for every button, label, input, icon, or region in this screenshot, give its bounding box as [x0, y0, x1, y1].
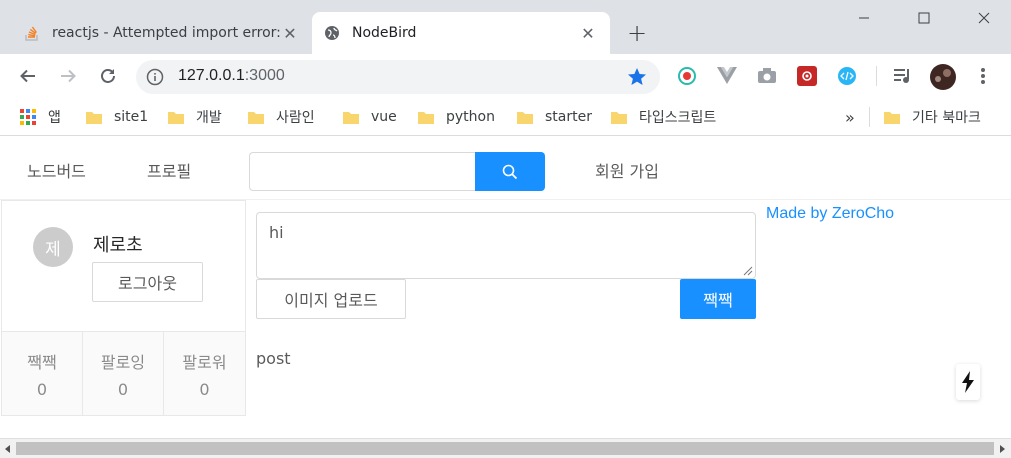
bookmarks-bar: 앱 site1 개발 사람인 vue python starter 타입스크립트…	[0, 98, 1011, 136]
code-ext-icon[interactable]	[836, 65, 858, 87]
stat-value: 0	[117, 380, 129, 399]
bookmark-folder[interactable]: site1	[86, 107, 148, 127]
search-icon	[502, 164, 518, 179]
folder-icon	[418, 112, 434, 124]
bookmark-separator	[869, 107, 870, 127]
folder-icon	[168, 112, 184, 124]
apps-grid-icon	[20, 109, 36, 125]
bookmark-label: 개발	[196, 110, 222, 126]
bookmark-apps[interactable]: 앱	[20, 107, 61, 127]
browser-menu-icon[interactable]	[972, 65, 994, 87]
lightning-icon[interactable]	[956, 364, 980, 400]
top-menu: 노드버드 프로필 회원 가입	[0, 140, 1011, 200]
stat-tweets[interactable]: 짹짹 0	[2, 332, 83, 416]
search-button[interactable]	[475, 152, 545, 191]
stat-label: 팔로워	[182, 353, 227, 372]
bookmark-folder[interactable]: 타입스크립트	[611, 107, 716, 127]
tab-nodebird[interactable]: NodeBird ✕	[312, 12, 610, 54]
stat-value: 0	[199, 380, 210, 399]
user-profile-card: 제 제로초 로그아웃 짹짹 0 팔로잉 0 팔로워 0	[1, 200, 246, 416]
bookmark-label: vue	[371, 109, 397, 125]
vue-devtools-icon[interactable]	[716, 65, 738, 87]
tab-close-icon[interactable]: ✕	[578, 23, 598, 43]
folder-icon	[343, 112, 359, 124]
maximize-icon[interactable]	[912, 6, 936, 30]
bookmark-label: 사람인	[276, 110, 315, 126]
new-tab-button[interactable]: +	[624, 19, 650, 47]
camera-ext-icon[interactable]	[756, 65, 778, 87]
card-stats: 짹짹 0 팔로잉 0 팔로워 0	[2, 331, 245, 416]
avatar: 제	[33, 227, 73, 267]
minimize-icon[interactable]	[852, 6, 876, 30]
redux-devtools-icon[interactable]	[796, 65, 818, 87]
menu-signup[interactable]: 회원 가입	[595, 158, 659, 182]
logout-button[interactable]: 로그아웃	[92, 262, 203, 302]
tab-close-icon[interactable]: ✕	[280, 23, 300, 43]
credit-link[interactable]: Made by ZeroCho	[766, 205, 894, 223]
post-textarea-value: hi	[269, 223, 284, 242]
site-info-icon[interactable]	[146, 68, 164, 86]
bookmark-star-icon[interactable]	[626, 66, 648, 88]
folder-icon	[86, 112, 102, 124]
bookmark-folder[interactable]: 사람인	[248, 107, 315, 127]
address-bar[interactable]: 127.0.0.1:3000	[136, 60, 660, 94]
forward-icon[interactable]	[54, 62, 82, 90]
toolbar-separator	[876, 66, 877, 86]
scroll-right-icon[interactable]	[996, 443, 1008, 455]
bookmark-label: starter	[545, 109, 592, 125]
recording-ext-icon[interactable]	[676, 65, 698, 87]
scrollbar-thumb[interactable]	[16, 442, 994, 455]
back-icon[interactable]	[14, 62, 42, 90]
page-viewport: 노드버드 프로필 회원 가입 제 제로초 로그아웃 짹짹 0 팔로잉 0 팔로워…	[0, 140, 1011, 438]
bookmark-label: python	[446, 109, 495, 125]
folder-icon	[248, 112, 264, 124]
stackoverflow-icon	[24, 25, 40, 41]
stat-followings[interactable]: 팔로잉 0	[83, 332, 164, 416]
folder-icon	[517, 112, 533, 124]
window-close-icon[interactable]	[972, 6, 996, 30]
search-input[interactable]	[249, 152, 476, 191]
browser-tab-strip: reactjs - Attempted import error: ✕ Node…	[0, 0, 1011, 54]
browser-toolbar: 127.0.0.1:3000	[0, 54, 1011, 98]
folder-icon	[884, 112, 900, 124]
bookmark-folder[interactable]: 개발	[168, 107, 222, 127]
bookmark-label: site1	[114, 109, 149, 125]
stat-followers[interactable]: 팔로워 0	[164, 332, 245, 416]
stat-value: 0	[36, 380, 48, 399]
profile-avatar-icon[interactable]	[929, 63, 957, 91]
post-textarea[interactable]: hi	[256, 212, 756, 279]
horizontal-scrollbar[interactable]	[0, 438, 1011, 458]
tab-title: reactjs - Attempted import error:	[52, 25, 280, 41]
tab-title: NodeBird	[352, 25, 417, 41]
bookmarks-overflow-button[interactable]: »	[845, 107, 855, 127]
stat-label: 팔로잉	[100, 353, 146, 372]
bookmark-label: 기타 북마크	[912, 110, 981, 126]
bookmark-label: 타입스크립트	[639, 110, 717, 126]
url-text: 127.0.0.1:3000	[178, 67, 285, 84]
submit-post-button[interactable]: 짹짹	[680, 279, 756, 319]
bookmark-folder[interactable]: python	[418, 107, 495, 127]
menu-home[interactable]: 노드버드	[27, 158, 86, 182]
user-nickname: 제로초	[93, 235, 143, 256]
scroll-left-icon[interactable]	[2, 443, 14, 455]
resize-grip-icon	[743, 266, 753, 276]
bookmark-folder[interactable]: vue	[343, 107, 397, 127]
image-upload-button[interactable]: 이미지 업로드	[256, 279, 406, 319]
globe-icon	[324, 25, 340, 41]
reload-icon[interactable]	[94, 62, 122, 90]
bookmark-folder[interactable]: starter	[517, 107, 592, 127]
media-control-icon[interactable]	[892, 65, 914, 87]
folder-icon	[611, 112, 627, 124]
post-item: post	[256, 349, 291, 368]
stat-label: 짹짹	[27, 353, 57, 372]
bookmark-other[interactable]: 기타 북마크	[884, 107, 981, 127]
tab-reactjs[interactable]: reactjs - Attempted import error: ✕	[12, 12, 312, 54]
bookmark-label: 앱	[48, 110, 61, 126]
menu-profile[interactable]: 프로필	[147, 158, 191, 182]
